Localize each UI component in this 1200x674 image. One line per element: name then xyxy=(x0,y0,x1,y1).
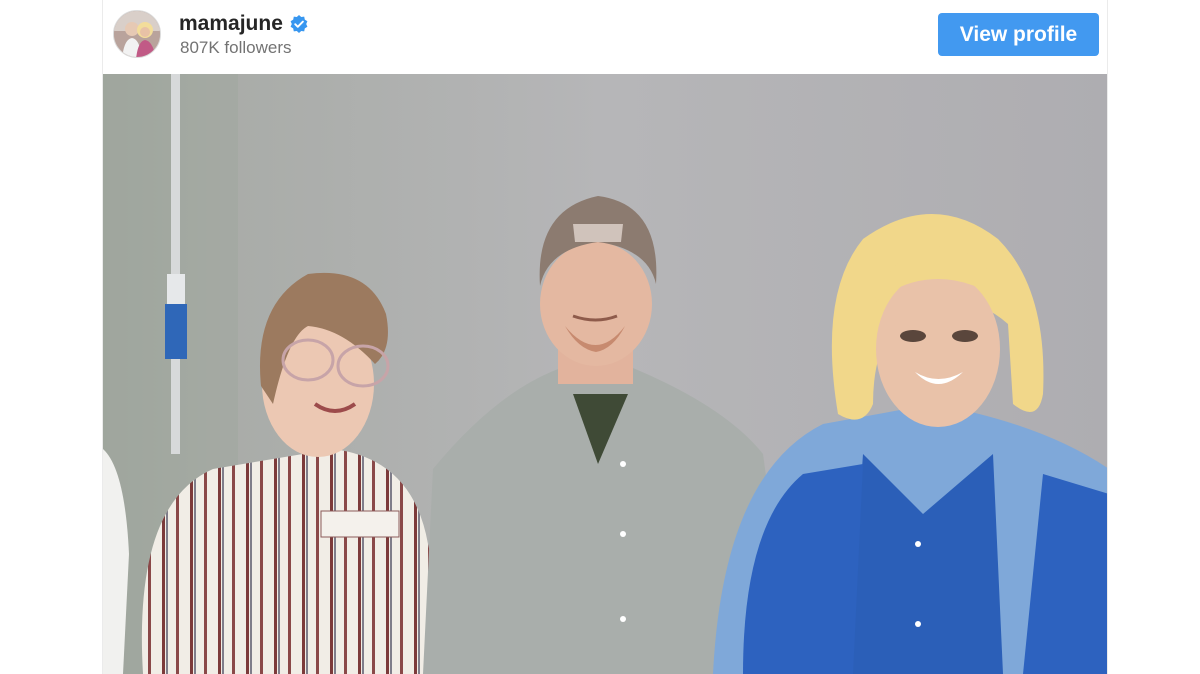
avatar[interactable] xyxy=(113,10,161,58)
view-profile-button[interactable]: View profile xyxy=(938,13,1099,56)
instagram-embed-card: mamajune 807K followers View profile xyxy=(102,0,1108,674)
username-row: mamajune xyxy=(179,11,309,37)
username[interactable]: mamajune xyxy=(179,12,283,36)
follower-count: 807K followers xyxy=(180,38,292,57)
post-header: mamajune 807K followers View profile xyxy=(103,0,1107,74)
post-photo[interactable] xyxy=(103,74,1108,674)
verified-badge-icon xyxy=(289,14,309,34)
